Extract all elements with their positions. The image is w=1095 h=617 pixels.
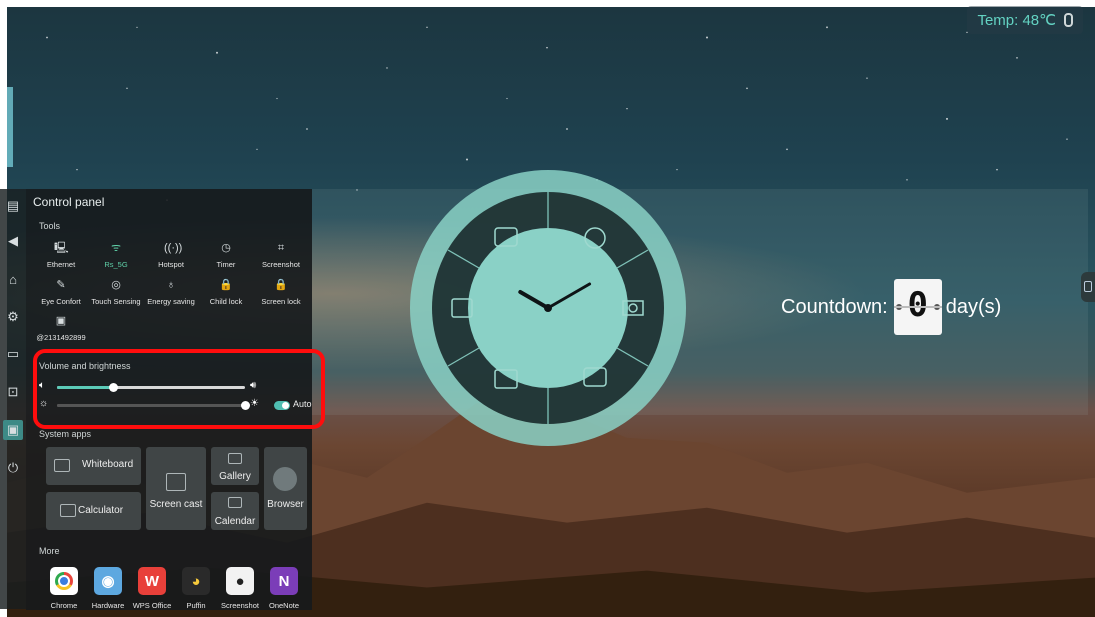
- hardware-app[interactable]: ◉ Hardware: [86, 567, 130, 610]
- tool-timer[interactable]: ◷ Timer: [196, 241, 256, 269]
- system-apps-label: System apps: [39, 429, 92, 439]
- tool-hotspot[interactable]: ((·)) Hotspot: [141, 241, 201, 269]
- wps-office-app[interactable]: W WPS Office: [130, 567, 174, 610]
- screen-icon[interactable]: ▣: [3, 420, 23, 440]
- whiteboard-icon: [54, 459, 70, 472]
- tools-label: Tools: [39, 221, 61, 231]
- gallery-icon: [228, 453, 242, 464]
- touch-icon: ◎: [111, 279, 121, 291]
- screencast-icon: [166, 473, 186, 491]
- browser-icon: [273, 467, 297, 491]
- gallery-app[interactable]: Gallery: [211, 447, 259, 485]
- calendar-app[interactable]: Calendar: [211, 492, 259, 530]
- clock-center: [544, 304, 552, 312]
- tool-unknown[interactable]: ▣ @2131492899: [21, 314, 101, 342]
- screenshot-icon: ⌗: [277, 242, 285, 254]
- countdown-flip-card: 0: [893, 279, 942, 335]
- chrome-icon: [50, 567, 78, 595]
- eye-comfort-icon: ✎: [56, 279, 66, 291]
- panel-title: Control panel: [33, 195, 105, 209]
- temperature-text: Temp: 48℃: [977, 12, 1056, 29]
- wps-office-icon: W: [138, 567, 166, 595]
- tool-ethernet[interactable]: 🖳 Ethernet: [31, 241, 91, 269]
- energy-icon: ♁: [166, 279, 176, 291]
- hotspot-icon: ((·)): [164, 242, 183, 254]
- hardware-icon: ◉: [94, 567, 122, 595]
- control-panel-icon[interactable]: ▤: [3, 196, 23, 216]
- browser-app[interactable]: Browser: [264, 447, 307, 530]
- more-label: More: [39, 546, 60, 556]
- puffin-icon: ◕: [182, 567, 210, 595]
- calendar-icon: [228, 497, 242, 508]
- tool-touch-sensing[interactable]: ◎ Touch Sensing: [86, 278, 146, 306]
- screenshot-app[interactable]: ● Screenshot: [218, 567, 262, 610]
- input-source-icon[interactable]: ⊡: [3, 382, 23, 402]
- screen-cast-app[interactable]: Screen cast: [146, 447, 206, 530]
- puffin-app[interactable]: ◕ Puffin: [174, 567, 218, 610]
- unknown-tool-icon: ▣: [55, 315, 67, 327]
- tool-wifi[interactable]: ᯤ Rs_5G: [86, 241, 146, 269]
- chrome-app[interactable]: Chrome: [42, 567, 86, 610]
- wifi-icon: ᯤ: [110, 242, 122, 254]
- back-icon[interactable]: ◀: [3, 231, 23, 251]
- onenote-icon: N: [270, 567, 298, 595]
- folder-icon[interactable]: ▭: [3, 344, 23, 364]
- handle-icon: [1084, 281, 1092, 292]
- countdown-label: Countdown:: [781, 295, 888, 318]
- child-lock-icon: 🔒: [219, 279, 233, 291]
- countdown-unit: day(s): [945, 295, 1002, 318]
- settings-icon[interactable]: ⚙: [3, 307, 23, 327]
- clock-widget[interactable]: [408, 168, 688, 448]
- temperature-indicator: Temp: 48℃: [967, 6, 1083, 34]
- countdown-value: 0: [907, 285, 928, 325]
- screenshot-app-icon: ●: [226, 567, 254, 595]
- power-icon[interactable]: ⏻: [3, 458, 23, 478]
- onenote-app[interactable]: N OneNote: [262, 567, 306, 610]
- whiteboard-app[interactable]: Whiteboard: [46, 447, 141, 485]
- timer-icon: ◷: [221, 242, 231, 254]
- tool-screenshot[interactable]: ⌗ Screenshot: [251, 241, 311, 269]
- calculator-icon: [60, 504, 76, 517]
- countdown-widget[interactable]: Countdown: 0 day(s): [781, 279, 1001, 335]
- screen-lock-icon: 🔒: [274, 279, 288, 291]
- thermometer-icon: [1064, 13, 1073, 27]
- sidebar: ▤ ◀ ⌂ ⚙ ▭ ⊡ ▣ ⏻: [0, 189, 26, 609]
- highlight-box: [33, 349, 325, 429]
- right-panel-handle[interactable]: [1081, 272, 1095, 302]
- ethernet-icon: 🖳: [54, 242, 69, 254]
- tool-screen-lock[interactable]: 🔒 Screen lock: [251, 278, 311, 306]
- edge-highlight: [7, 87, 13, 167]
- calculator-app[interactable]: Calculator: [46, 492, 141, 530]
- home-icon[interactable]: ⌂: [3, 269, 23, 289]
- tool-child-lock[interactable]: 🔒 Child lock: [196, 278, 256, 306]
- tool-energy-saving[interactable]: ♁ Energy saving: [141, 278, 201, 306]
- tool-eye-comfort[interactable]: ✎ Eye Confort: [31, 278, 91, 306]
